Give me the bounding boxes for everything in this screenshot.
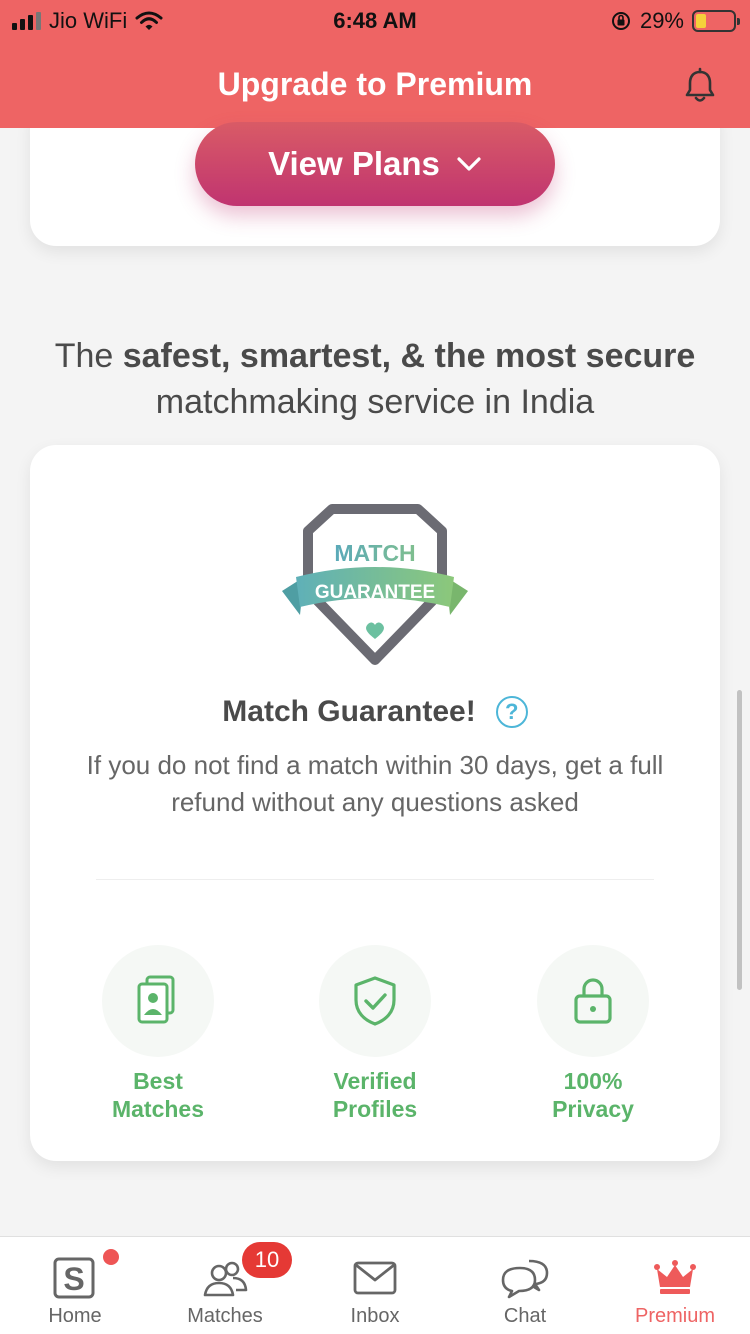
crown-icon xyxy=(654,1260,696,1294)
chat-bubbles-icon xyxy=(501,1259,549,1299)
feature-best-matches: Best Matches xyxy=(48,945,268,1123)
help-icon[interactable]: ? xyxy=(495,696,528,728)
bell-icon[interactable] xyxy=(680,66,720,106)
nav-label: Chat xyxy=(503,1305,547,1327)
orientation-lock-icon xyxy=(611,12,630,30)
nav-label: Matches xyxy=(187,1305,263,1327)
view-plans-button[interactable]: View Plans xyxy=(195,122,555,206)
nav-chat[interactable]: Chat xyxy=(450,1237,600,1334)
feature-label-line2: Profiles xyxy=(332,1096,418,1122)
feature-verified-profiles: Verified Profiles xyxy=(265,945,485,1123)
nav-home[interactable]: S Home xyxy=(0,1237,150,1334)
feature-privacy: 100% Privacy xyxy=(483,945,703,1123)
feature-label-line2: Matches xyxy=(111,1096,205,1122)
view-plans-label: View Plans xyxy=(268,145,440,182)
feature-icon-circle xyxy=(102,945,214,1057)
feature-label-line1: Verified xyxy=(333,1068,417,1094)
match-guarantee-description: If you do not find a match within 30 day… xyxy=(86,750,664,817)
feature-label-line1: Best xyxy=(133,1068,183,1094)
feature-icon-circle xyxy=(537,945,649,1057)
nav-inbox[interactable]: Inbox xyxy=(300,1237,450,1334)
features-row: Best Matches Verified Profiles 100% Privacy xyxy=(30,945,720,1135)
battery-icon xyxy=(692,10,740,32)
lock-icon xyxy=(574,978,612,1024)
home-s-icon: S xyxy=(53,1257,95,1299)
matches-count-badge: 10 xyxy=(242,1242,292,1278)
match-guarantee-title: Match Guarantee! xyxy=(222,695,476,728)
battery-percent: 29% xyxy=(639,8,684,33)
tagline-bold: safest, smartest, & the most secure xyxy=(122,337,696,375)
bottom-nav: S Home 10 Matches Inbox Chat Premium xyxy=(0,1236,750,1334)
nav-premium[interactable]: Premium xyxy=(600,1237,750,1334)
scrollbar[interactable] xyxy=(737,690,742,990)
chevron-down-icon xyxy=(457,157,481,171)
badge-text-match: MATCH xyxy=(334,540,415,566)
nav-label: Home xyxy=(48,1305,102,1327)
tagline: The safest, smartest, & the most secure … xyxy=(54,337,696,421)
nav-matches[interactable]: 10 Matches xyxy=(150,1237,300,1334)
badge-text-guarantee: GUARANTEE xyxy=(315,582,435,603)
header-bar: Jio WiFi 6:48 AM 29% Upgrade to Premium xyxy=(0,0,750,128)
shield-check-icon xyxy=(354,976,396,1026)
divider xyxy=(96,879,654,880)
nav-label: Premium xyxy=(634,1305,715,1327)
status-bar: Jio WiFi 6:48 AM 29% xyxy=(0,6,750,36)
profile-cards-icon xyxy=(137,975,175,1024)
mail-icon xyxy=(353,1261,397,1295)
match-guarantee-badge-icon: MATCH GUARANTEE xyxy=(282,504,468,665)
match-guarantee-title-row: Match Guarantee! ? xyxy=(30,695,720,729)
page-title: Upgrade to Premium xyxy=(217,66,533,102)
feature-label-line2: Privacy xyxy=(552,1096,634,1122)
nav-label: Inbox xyxy=(350,1305,400,1327)
feature-icon-circle xyxy=(319,945,431,1057)
feature-label-line1: 100% xyxy=(563,1068,623,1094)
svg-text:S: S xyxy=(63,1261,84,1297)
notification-dot xyxy=(103,1249,119,1265)
match-guarantee-card: MATCH GUARANTEE Match Guarantee! ? If yo… xyxy=(30,445,720,1161)
